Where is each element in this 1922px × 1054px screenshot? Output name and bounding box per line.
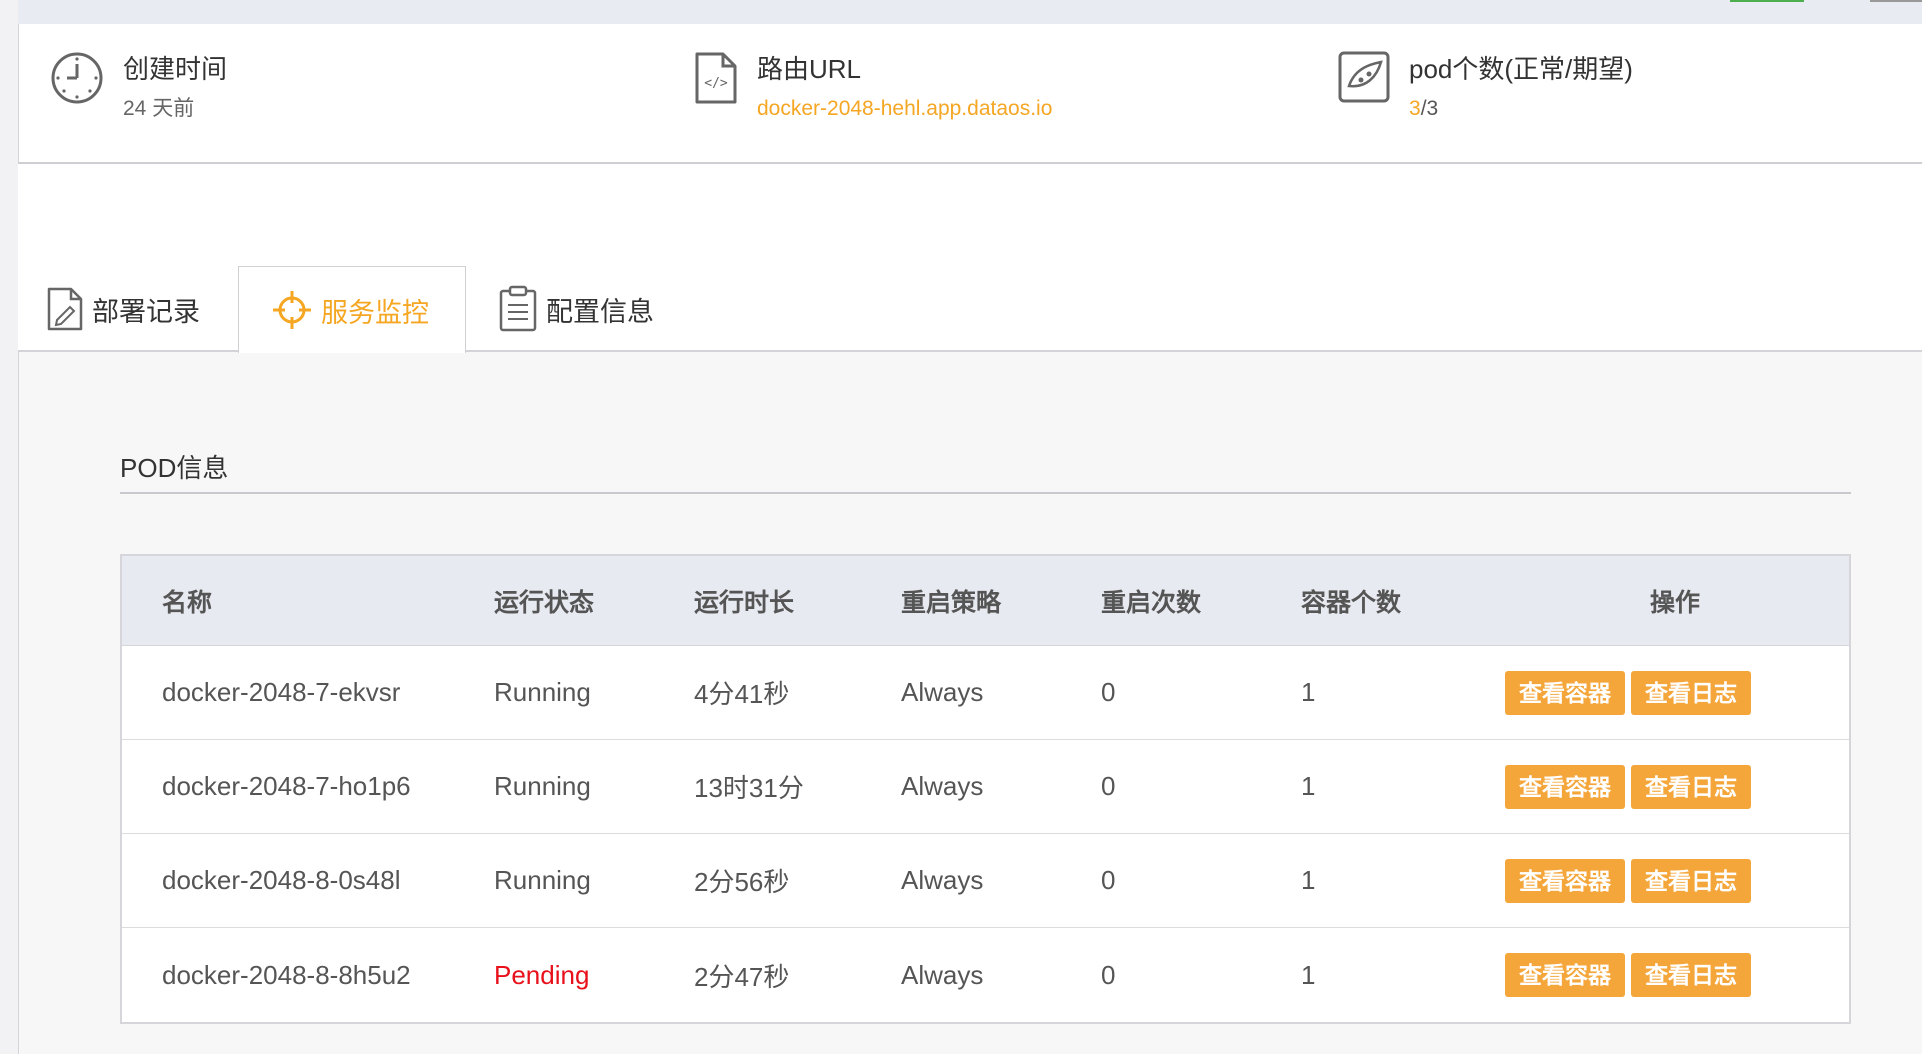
pod-count-label: pod个数(正常/期望) (1409, 54, 1633, 84)
tab-config-info[interactable]: 配置信息 (498, 266, 688, 352)
pod-uptime: 13时31分 (694, 773, 804, 803)
pod-name: docker-2048-8-0s48l (162, 865, 401, 895)
pod-name: docker-2048-7-ho1p6 (162, 771, 411, 801)
pod-name: docker-2048-7-ekvsr (162, 677, 401, 707)
service-summary-card: 创建时间 24 天前 </> 路由URL docker-2048-hehl.ap… (18, 24, 1922, 164)
view-containers-button[interactable]: 查看容器 (1505, 670, 1625, 715)
section-divider (120, 492, 1851, 494)
header-container-count: 容器个数 (1301, 588, 1402, 617)
view-logs-button[interactable]: 查看日志 (1631, 953, 1751, 997)
pod-restart-count: 0 (1101, 771, 1116, 801)
table-row: docker-2048-8-8h5u2 Pending 2分47秒 Always… (122, 928, 1849, 1022)
row-actions: 查看容器 查看日志 (1501, 670, 1849, 715)
tab-config-info-label: 配置信息 (546, 296, 654, 327)
route-url-label: 路由URL (757, 54, 862, 84)
top-toolbar (18, 0, 1922, 24)
created-time-item: 创建时间 24 天前 (49, 50, 227, 122)
pod-restart-count: 0 (1101, 677, 1116, 707)
svg-text:</>: </> (704, 76, 728, 91)
view-logs-button[interactable]: 查看日志 (1631, 764, 1751, 809)
view-containers-button[interactable]: 查看容器 (1505, 858, 1625, 903)
pod-count-item: pod个数(正常/期望) 3/3 (1337, 50, 1633, 122)
pod-restart-count: 0 (1101, 959, 1116, 990)
pod-name: docker-2048-8-8h5u2 (162, 959, 411, 990)
target-icon (273, 291, 311, 329)
clock-icon (51, 52, 103, 104)
table-row: docker-2048-7-ekvsr Running 4分41秒 Always… (122, 646, 1849, 740)
pod-container-count: 1 (1301, 959, 1316, 990)
route-url-item: </> 路由URL docker-2048-hehl.app.dataos.io (693, 50, 1052, 122)
pod-restart-policy: Always (901, 865, 984, 895)
pod-restart-policy: Always (901, 959, 984, 990)
pod-container-count: 1 (1301, 865, 1316, 895)
pod-uptime: 2分56秒 (694, 867, 790, 897)
pod-count-total: /3 (1420, 97, 1439, 120)
tab-deploy-records[interactable]: 部署记录 (46, 266, 236, 352)
pod-restart-count: 0 (1101, 865, 1116, 895)
pod-container-count: 1 (1301, 677, 1316, 707)
view-logs-button[interactable]: 查看日志 (1631, 670, 1751, 715)
pod-restart-policy: Always (901, 677, 984, 707)
header-uptime: 运行时长 (694, 588, 795, 617)
table-row: docker-2048-8-0s48l Running 2分56秒 Always… (122, 834, 1849, 928)
header-actions: 操作 (1649, 588, 1700, 617)
view-logs-button[interactable]: 查看日志 (1631, 858, 1751, 903)
section-title: POD信息 (120, 453, 229, 483)
tab-deploy-records-label: 部署记录 (92, 296, 200, 327)
pod-status: Running (494, 865, 591, 895)
created-time-value: 24 天前 (123, 97, 195, 120)
route-url-link[interactable]: docker-2048-hehl.app.dataos.io (757, 96, 1052, 122)
row-actions: 查看容器 查看日志 (1501, 953, 1849, 997)
header-restart-count: 重启次数 (1101, 588, 1202, 617)
clipboard-icon (499, 285, 537, 332)
pod-table: 名称 运行状态 运行时长 重启策略 重启次数 容器个数 操作 docker-20… (120, 554, 1851, 1024)
pod-restart-policy: Always (901, 771, 984, 801)
green-action-button[interactable] (1730, 0, 1804, 2)
pod-status: Pending (494, 959, 590, 990)
code-file-icon: </> (695, 52, 737, 104)
pod-status: Running (494, 771, 591, 801)
pod-status: Running (494, 677, 591, 707)
created-time-label: 创建时间 (123, 54, 228, 84)
view-containers-button[interactable]: 查看容器 (1505, 764, 1625, 809)
table-header: 名称 运行状态 运行时长 重启策略 重启次数 容器个数 操作 (122, 556, 1849, 646)
gray-action-button[interactable] (1870, 0, 1922, 2)
pod-count-ok: 3 (1409, 97, 1421, 120)
tab-service-monitor-label: 服务监控 (321, 297, 429, 328)
header-status: 运行状态 (494, 588, 595, 617)
row-actions: 查看容器 查看日志 (1501, 858, 1849, 903)
pod-count-value: 3/3 (1409, 96, 1633, 122)
pod-container-count: 1 (1301, 771, 1316, 801)
row-actions: 查看容器 查看日志 (1501, 764, 1849, 809)
table-row: docker-2048-7-ho1p6 Running 13时31分 Alway… (122, 740, 1849, 834)
pod-uptime: 4分41秒 (694, 679, 790, 709)
view-containers-button[interactable]: 查看容器 (1505, 953, 1625, 997)
pod-icon (1338, 51, 1390, 103)
tab-service-monitor[interactable]: 服务监控 (238, 266, 466, 353)
header-name: 名称 (162, 588, 213, 617)
document-edit-icon (47, 287, 83, 331)
header-restart-policy: 重启策略 (901, 588, 1002, 617)
pod-uptime: 2分47秒 (694, 961, 790, 992)
